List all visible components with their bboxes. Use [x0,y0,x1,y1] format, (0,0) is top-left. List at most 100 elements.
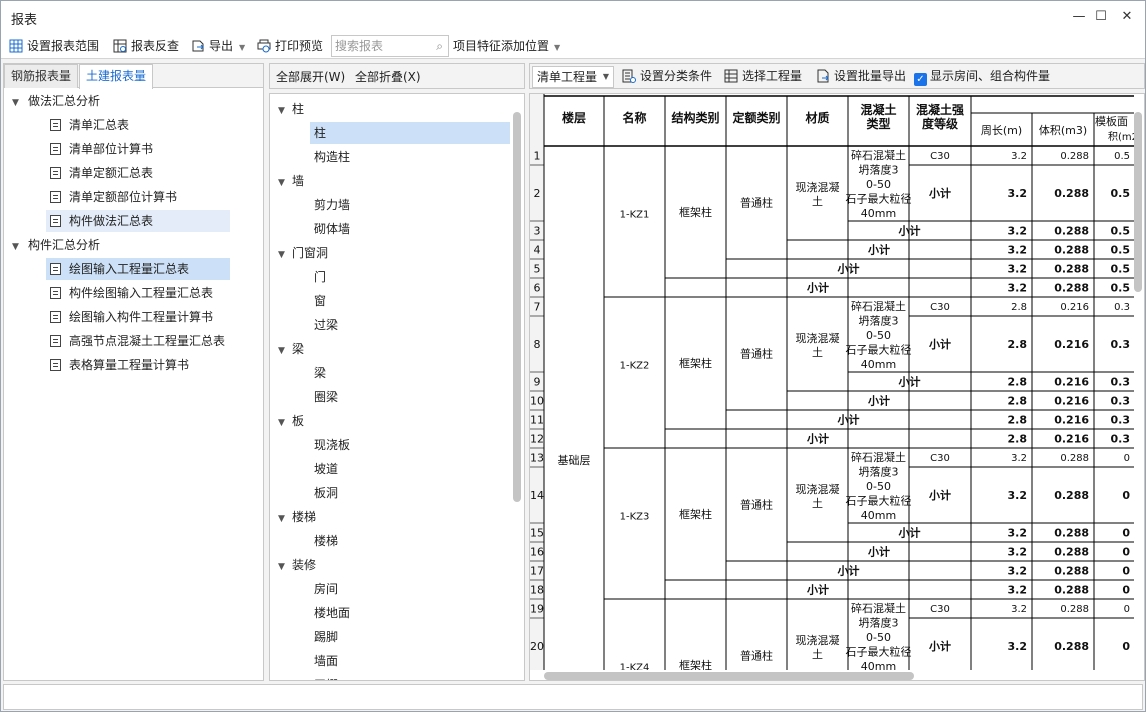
volume-subtotal: 0.216 [1054,338,1089,351]
report-reverse-button[interactable]: 报表反查 [113,36,179,56]
tab-civil-report[interactable]: 土建报表量 [79,64,154,89]
formwork-subtotal: 0 [1122,640,1130,653]
expand-arrow-icon[interactable]: ▼ [12,92,22,114]
report-tree-item[interactable]: 构件做法汇总表 [46,210,230,232]
select-quantity-label: 选择工程量 [742,69,803,83]
tree-group[interactable]: ▼ 做法汇总分析 [12,90,100,112]
search-report-input[interactable]: 搜索报表 ⌕ [331,35,449,57]
close-button[interactable]: ✕ [1117,7,1137,27]
component-tree-item[interactable]: 楼地面 [310,602,350,624]
component-tree-item[interactable]: 踢脚 [310,626,338,648]
formwork-subtotal: 0.5 [1111,282,1131,295]
expand-arrow-icon[interactable]: ▼ [278,100,288,122]
component-tree-item[interactable]: 板洞 [310,482,338,504]
component-tree-item[interactable]: 梁 [310,362,326,384]
component-tree-item[interactable]: 门 [310,266,326,288]
expand-arrow-icon[interactable]: ▼ [278,244,288,266]
set-range-button[interactable]: 设置报表范围 [9,36,99,56]
component-tree-item[interactable]: 过梁 [310,314,338,336]
quantity-type-select[interactable]: 清单工程量 ▼ [532,66,614,88]
report-tree-item[interactable]: 高强节点混凝土工程量汇总表 [46,330,229,352]
component-group[interactable]: ▼ 楼梯 [278,506,316,528]
component-tree-item[interactable]: 天棚 [310,674,338,680]
export-icon [192,40,204,52]
component-group[interactable]: ▼ 柱 [278,98,304,120]
component-group[interactable]: ▼ 墙 [278,170,304,192]
component-tree-item[interactable]: 构造柱 [310,146,350,168]
report-tree-item[interactable]: 构件绘图输入工程量汇总表 [46,282,217,304]
component-group[interactable]: ▼ 门窗洞 [278,242,328,264]
export-button[interactable]: 导出 ▼ [191,36,245,56]
component-tree-item[interactable]: 房间 [310,578,338,600]
report-tree-item[interactable]: 绘图输入构件工程量计算书 [46,306,217,328]
volume-value: 0.216 [1060,302,1089,313]
component-tree-item[interactable]: 砌体墙 [310,218,350,240]
report-tree-item-label: 绘图输入工程量汇总表 [69,262,190,276]
batch-export-button[interactable]: 设置批量导出 [816,66,906,86]
report-tree-item[interactable]: 清单汇总表 [46,114,133,136]
search-icon[interactable]: ⌕ [436,36,443,56]
component-group-label: 柱 [292,102,305,116]
report-tree-item[interactable]: 清单部位计算书 [46,138,157,160]
component-tree-item-label: 板洞 [314,486,339,500]
select-quantity-button[interactable]: 选择工程量 [724,66,802,86]
component-tree-item[interactable]: 柱 [310,122,510,144]
tab-rebar-report[interactable]: 钢筋报表量 [4,64,79,88]
show-rooms-checkbox[interactable]: ✓ 显示房间、组合构件量 [914,66,1050,86]
report-tree-item[interactable]: 清单定额汇总表 [46,162,157,184]
component-group[interactable]: ▼ 梁 [278,338,304,360]
concrete-type: 石子最大粒径 [846,645,912,659]
expand-all-button[interactable]: 全部展开(W) [276,68,345,85]
material: 现浇混凝 [796,633,840,647]
volume-subtotal: 0.288 [1054,584,1089,597]
expand-arrow-icon[interactable]: ▼ [278,508,288,530]
expand-arrow-icon[interactable]: ▼ [12,236,22,258]
collapse-all-button[interactable]: 全部折叠(X) [355,68,421,85]
report-tree-item[interactable]: 表格算量工程量计算书 [46,354,193,376]
perimeter-subtotal: 3.2 [1008,546,1028,559]
column-header: 体积(m3) [1039,123,1087,137]
print-preview-button[interactable]: 打印预览 [257,36,323,56]
component-tree-item[interactable]: 剪力墙 [310,194,350,216]
component-tree-item[interactable]: 现浇板 [310,434,350,456]
expand-arrow-icon[interactable]: ▼ [278,172,288,194]
component-group[interactable]: ▼ 装修 [278,554,316,576]
formwork-subtotal: 0.5 [1111,263,1131,276]
formwork-subtotal: 0 [1122,546,1130,559]
perimeter-value: 3.2 [1011,604,1027,615]
column-header: 类型 [866,116,890,131]
column-header: 度等级 [922,116,958,131]
table-vertical-scrollbar[interactable] [1134,112,1142,292]
table-horizontal-scrollbar[interactable] [544,672,914,680]
component-group[interactable]: ▼ 板 [278,410,304,432]
report-tree-item-label: 构件绘图输入工程量汇总表 [69,286,214,300]
row-number: 2 [534,187,541,200]
component-tree-item[interactable]: 楼梯 [310,530,338,552]
component-group-label: 梁 [292,342,305,356]
component-tree-item[interactable]: 圈梁 [310,386,338,408]
minimize-button[interactable]: — [1069,7,1089,27]
component-tree-item[interactable]: 坡道 [310,458,338,480]
report-tree-item[interactable]: 清单定额部位计算书 [46,186,181,208]
report-tree-item[interactable]: 绘图输入工程量汇总表 [46,258,230,280]
component-tree-scrollbar[interactable] [513,112,521,502]
concrete-type: 0-50 [866,178,891,191]
volume-value: 0.288 [1060,604,1089,615]
floor-name: 基础层 [558,454,591,467]
volume-subtotal: 0.288 [1054,489,1089,502]
batch-export-icon [817,69,829,83]
expand-arrow-icon[interactable]: ▼ [278,412,288,434]
perimeter-subtotal: 3.2 [1008,584,1028,597]
maximize-button[interactable]: ☐ [1091,7,1111,27]
tree-group[interactable]: ▼ 构件汇总分析 [12,234,100,256]
component-tree-item[interactable]: 墙面 [310,650,338,672]
column-header: 材质 [804,110,829,125]
perimeter-subtotal: 2.8 [1008,395,1028,408]
expand-arrow-icon[interactable]: ▼ [278,340,288,362]
feature-position-dropdown[interactable]: 项目特征添加位置 ▼ [453,36,560,56]
column-header: 积(m2) [1108,131,1134,143]
set-category-button[interactable]: 设置分类条件 [622,66,712,86]
export-dropdown-icon[interactable]: ▼ [239,43,245,52]
component-tree-item[interactable]: 窗 [310,290,326,312]
expand-arrow-icon[interactable]: ▼ [278,556,288,578]
